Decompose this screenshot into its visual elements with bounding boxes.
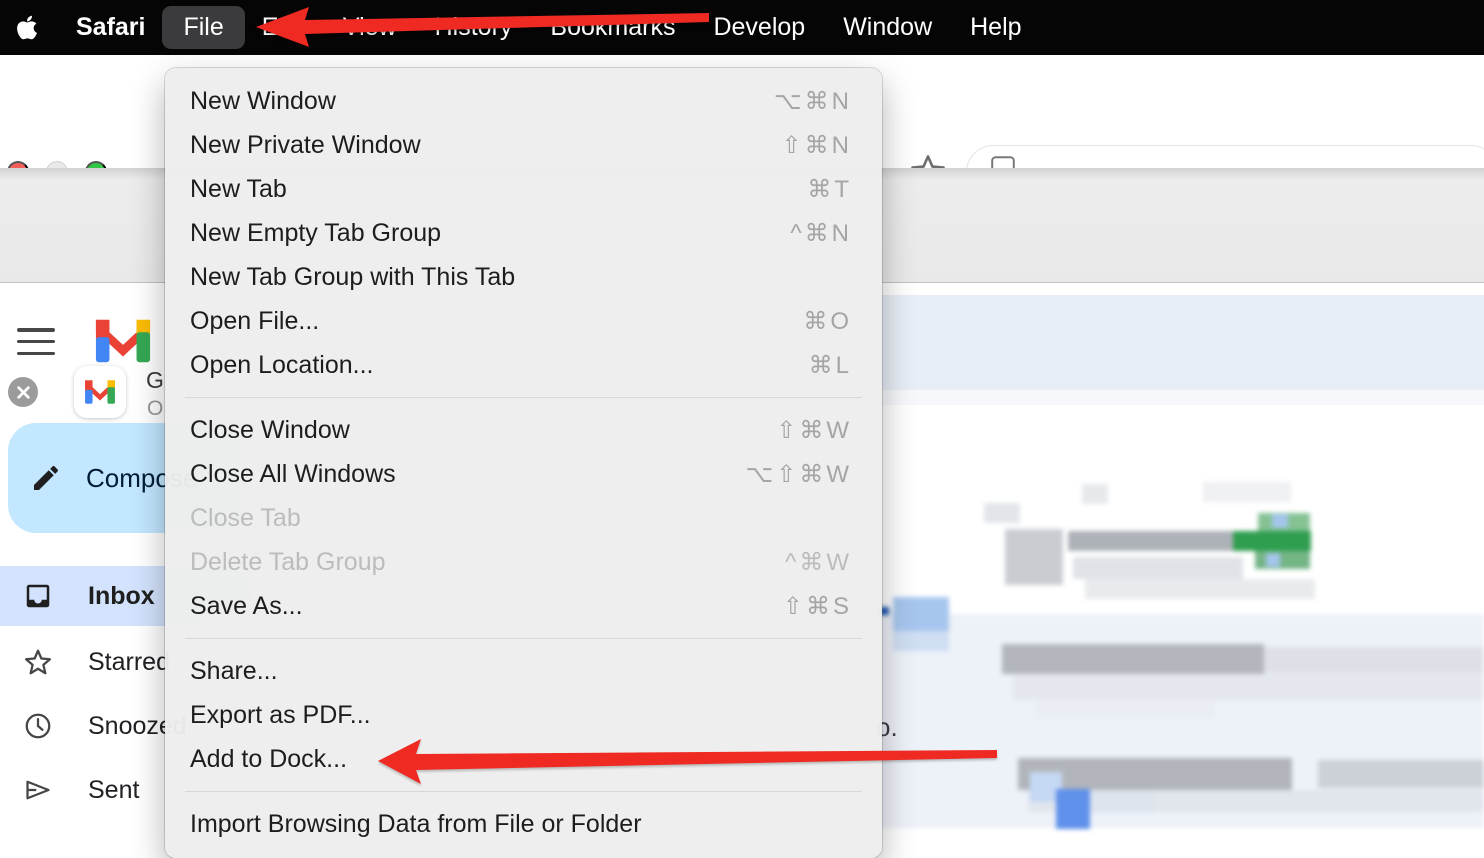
tab-title[interactable]: G (146, 367, 164, 394)
file-menu-item-new-window[interactable]: New Window⌥⌘N (165, 79, 882, 123)
close-tab-icon[interactable] (8, 377, 38, 407)
menubar-item-file[interactable]: File (162, 6, 244, 49)
menubar-item-window[interactable]: Window (843, 13, 932, 42)
file-menu-item-close-tab: Close Tab (165, 496, 882, 540)
menubar-item-edit[interactable]: Edit (262, 13, 305, 42)
menubar-item-help[interactable]: Help (970, 13, 1021, 42)
menubar-item-bookmarks[interactable]: Bookmarks (550, 13, 675, 42)
menu-separator (185, 397, 862, 398)
file-menu-item-new-tab-group-with-this-tab[interactable]: New Tab Group with This Tab (165, 255, 882, 299)
file-menu-item-delete-tab-group: Delete Tab Group^⌘W (165, 540, 882, 584)
menubar-item-safari[interactable]: Safari (76, 13, 145, 42)
menubar-item-history[interactable]: History (435, 13, 513, 42)
apple-icon[interactable] (16, 14, 38, 41)
menu-bar-items: Safari File Edit View History Bookmarks Develo… (76, 6, 1022, 49)
file-menu-item-import-browsing-data-from-file-or-folder[interactable]: Import Browsing Data from File or Folder (165, 802, 882, 846)
file-menu-item-open-location[interactable]: Open Location...⌘L (165, 343, 882, 387)
file-menu-item-new-tab[interactable]: New Tab⌘T (165, 167, 882, 211)
macos-menu-bar: Safari File Edit View History Bookmarks Develo… (0, 0, 1484, 55)
file-menu-item-save-as[interactable]: Save As...⇧⌘S (165, 584, 882, 628)
menu-separator (185, 638, 862, 639)
file-menu-item-add-to-dock[interactable]: Add to Dock... (165, 737, 882, 781)
menubar-item-develop[interactable]: Develop (713, 13, 805, 42)
file-menu-item-export-as-pdf[interactable]: Export as PDF... (165, 693, 882, 737)
tab-subtitle: O (147, 397, 163, 421)
file-menu-item-close-window[interactable]: Close Window⇧⌘W (165, 408, 882, 452)
file-menu: New Window⌥⌘NNew Private Window⇧⌘NNew Ta… (165, 68, 882, 858)
file-menu-item-close-all-windows[interactable]: Close All Windows⌥⇧⌘W (165, 452, 882, 496)
gmail-tab-favicon[interactable] (74, 366, 126, 418)
menu-separator (185, 791, 862, 792)
file-menu-item-new-empty-tab-group[interactable]: New Empty Tab Group^⌘N (165, 211, 882, 255)
file-menu-item-share[interactable]: Share... (165, 649, 882, 693)
menubar-item-view[interactable]: View (343, 13, 397, 42)
file-menu-item-new-private-window[interactable]: New Private Window⇧⌘N (165, 123, 882, 167)
file-menu-item-open-file[interactable]: Open File...⌘O (165, 299, 882, 343)
